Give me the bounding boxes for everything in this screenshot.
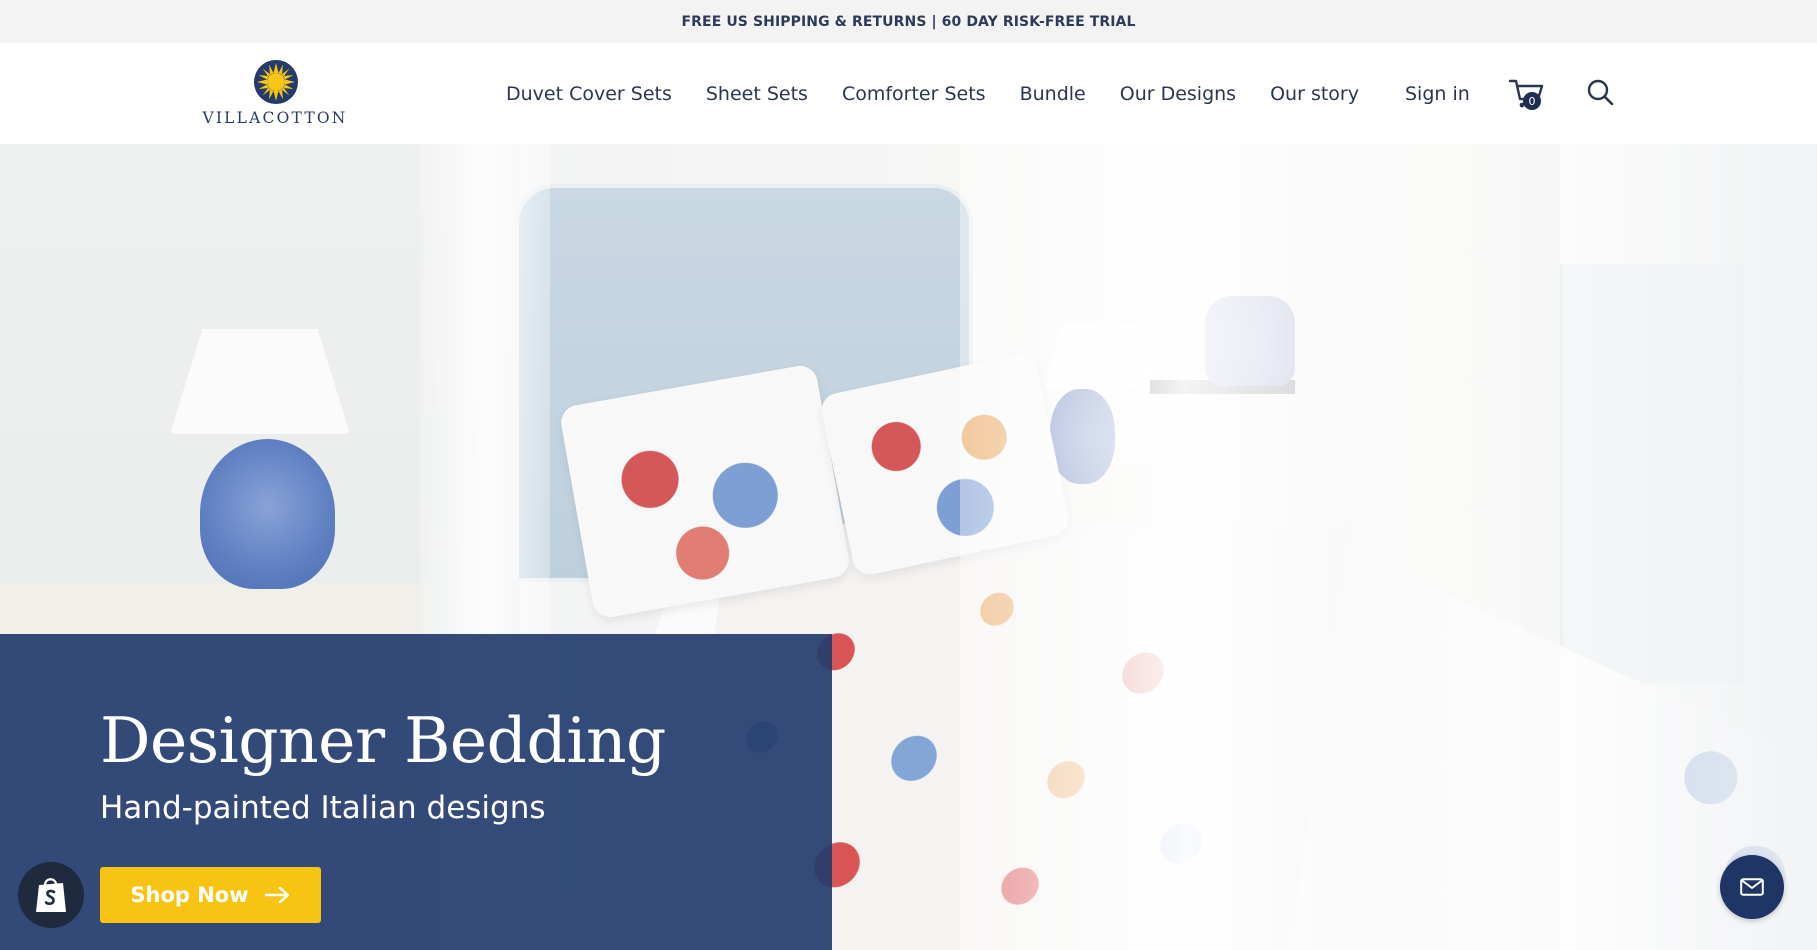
nav-item-our-story[interactable]: Our story	[1270, 83, 1359, 105]
sun-logo-icon	[254, 60, 298, 104]
announcement-text: FREE US SHIPPING & RETURNS | 60 DAY RISK…	[681, 13, 1136, 30]
hero-image-curtain	[960, 144, 1520, 950]
nav-item-comforter-sets[interactable]: Comforter Sets	[842, 83, 986, 105]
main-nav: Duvet Cover Sets Sheet Sets Comforter Se…	[506, 83, 1393, 105]
cart-count-badge: 0	[1523, 92, 1541, 110]
hero-title: Designer Bedding	[100, 704, 666, 777]
logo-wordmark: VILLACOTTON	[202, 109, 348, 127]
nav-item-bundle[interactable]: Bundle	[1020, 83, 1086, 105]
nav-item-our-designs[interactable]: Our Designs	[1120, 83, 1236, 105]
shop-now-button[interactable]: Shop Now	[100, 867, 321, 923]
shop-now-label: Shop Now	[130, 883, 249, 907]
nav-item-duvet-cover-sets[interactable]: Duvet Cover Sets	[506, 83, 672, 105]
hero-subtitle: Hand-painted Italian designs	[100, 790, 546, 826]
hero-image-curtain	[1560, 144, 1817, 950]
hero-image-pillow	[558, 363, 852, 620]
shopify-bag-icon[interactable]	[18, 862, 84, 928]
mail-icon	[1740, 878, 1764, 896]
search-icon[interactable]	[1585, 78, 1615, 108]
contact-button[interactable]	[1720, 855, 1784, 919]
hero-image-lamp-base	[200, 439, 335, 589]
arrow-right-icon	[264, 886, 289, 904]
nav-item-sheet-sets[interactable]: Sheet Sets	[706, 83, 808, 105]
logo[interactable]: VILLACOTTON	[198, 59, 352, 131]
shopify-bag-glyph	[36, 878, 66, 912]
announcement-bar: FREE US SHIPPING & RETURNS | 60 DAY RISK…	[0, 0, 1817, 43]
sign-in-link[interactable]: Sign in	[1405, 83, 1470, 105]
site-header: VILLACOTTON Duvet Cover Sets Sheet Sets …	[0, 43, 1817, 144]
